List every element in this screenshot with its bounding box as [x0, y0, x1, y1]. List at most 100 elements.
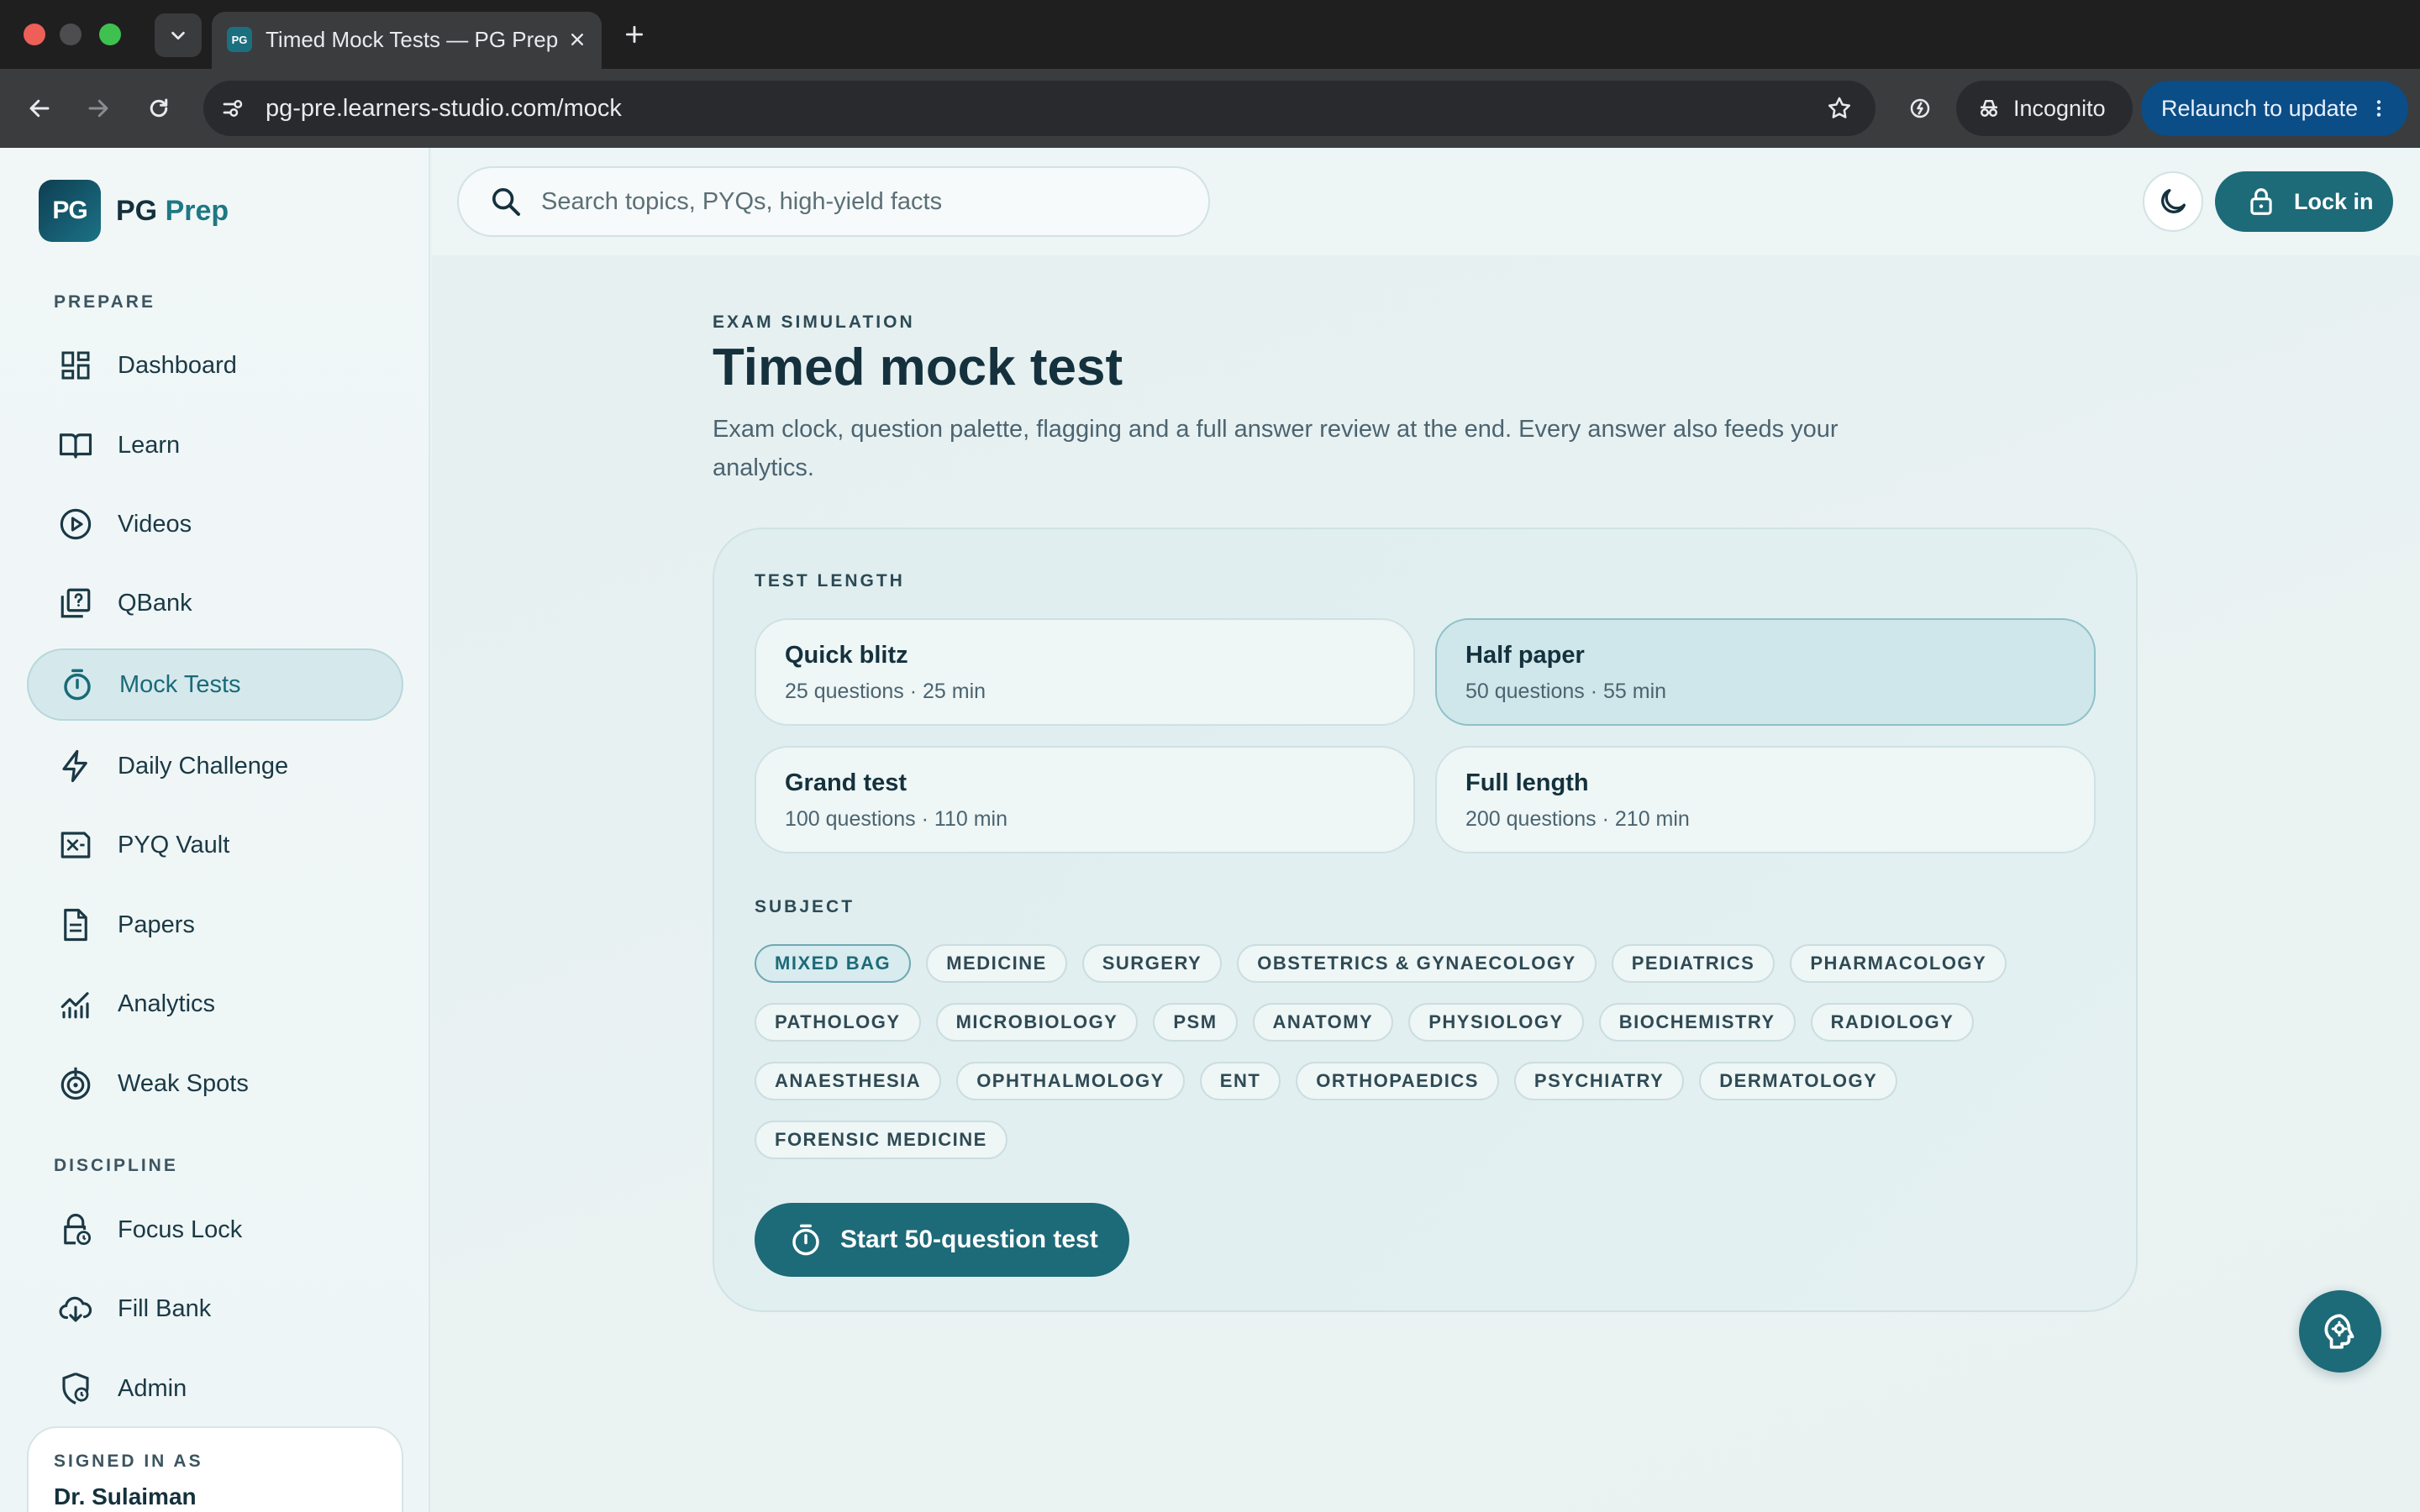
subject-chip[interactable]: PEDIATRICS — [1611, 944, 1776, 983]
sidebar-item-papers[interactable]: Papers — [27, 889, 403, 961]
search-icon — [492, 188, 520, 216]
document-icon — [57, 906, 94, 943]
subject-chip[interactable]: RADIOLOGY — [1810, 1003, 1975, 1042]
sidebar-item-qbank[interactable]: QBank — [27, 567, 403, 639]
sidebar-item-label: Weak Spots — [118, 1069, 249, 1097]
chevron-down-icon — [171, 31, 185, 40]
subject-chip[interactable]: ANATOMY — [1252, 1003, 1394, 1042]
sidebar-item-learn[interactable]: Learn — [27, 409, 403, 481]
subject-chip[interactable]: ENT — [1199, 1062, 1281, 1100]
sidebar-item-dashboard[interactable]: Dashboard — [27, 329, 403, 402]
option-meta: 25 questions · 25 min — [785, 680, 986, 703]
moon-icon — [2161, 189, 2186, 213]
incognito-label: Incognito — [2013, 95, 2106, 121]
tab-title: Timed Mock Tests — PG Prep — [266, 27, 559, 52]
sidebar-item-mock-tests[interactable]: Mock Tests — [27, 648, 403, 721]
signed-in-card[interactable]: SIGNED IN AS Dr. Sulaiman — [27, 1426, 403, 1512]
sidebar: PG PG Prep PREPARE Dashboard Learn Video… — [0, 148, 430, 1512]
sidebar-item-pyq-vault[interactable]: PYQ Vault — [27, 809, 403, 881]
subject-chip[interactable]: PATHOLOGY — [755, 1003, 921, 1042]
new-tab-button[interactable] — [618, 18, 650, 50]
sidebar-item-label: QBank — [118, 589, 192, 617]
site-info-icon[interactable] — [217, 92, 249, 124]
sidebar-item-fill-bank[interactable]: Fill Bank — [27, 1273, 403, 1345]
main-content: EXAM SIMULATION Timed mock test Exam clo… — [432, 255, 2420, 1512]
sidebar-item-videos[interactable]: Videos — [27, 488, 403, 560]
subject-chip[interactable]: DERMATOLOGY — [1699, 1062, 1898, 1100]
back-button[interactable] — [20, 89, 59, 128]
mock-test-config-card: TEST LENGTH Quick blitz 25 questions · 2… — [713, 528, 2138, 1312]
book-icon — [57, 427, 94, 464]
subject-chip[interactable]: SURGERY — [1081, 944, 1223, 983]
relaunch-button[interactable]: Relaunch to update — [2141, 81, 2408, 136]
sidebar-item-admin[interactable]: Admin — [27, 1352, 403, 1425]
sidebar-item-label: Focus Lock — [118, 1215, 243, 1243]
maximize-window-button[interactable] — [99, 24, 121, 45]
subject-chip[interactable]: FORENSIC MEDICINE — [755, 1121, 1007, 1159]
subject-label: SUBJECT — [755, 897, 855, 916]
sidebar-item-weak-spots[interactable]: Weak Spots — [27, 1047, 403, 1120]
url-text: pg-pre.learners-studio.com/mock — [266, 95, 622, 122]
test-length-option-full-length[interactable]: Full length 200 questions · 210 min — [1435, 746, 2096, 853]
theme-toggle-button[interactable] — [2143, 171, 2203, 232]
subject-chip[interactable]: BIOCHEMISTRY — [1598, 1003, 1796, 1042]
forward-button[interactable] — [79, 89, 118, 128]
incognito-indicator[interactable]: Incognito — [1956, 81, 2133, 136]
subject-chip[interactable]: OPHTHALMOLOGY — [956, 1062, 1185, 1100]
option-name: Half paper — [1465, 642, 1585, 669]
topbar: Search topics, PYQs, high-yield facts Lo… — [432, 148, 2420, 255]
chip-row: FORENSIC MEDICINE — [755, 1121, 2099, 1159]
cloud-download-icon — [57, 1290, 94, 1327]
address-bar[interactable]: pg-pre.learners-studio.com/mock — [203, 81, 1876, 136]
subject-chip[interactable]: ORTHOPAEDICS — [1296, 1062, 1499, 1100]
sidebar-item-label: Learn — [118, 431, 181, 459]
test-length-option-grand-test[interactable]: Grand test 100 questions · 110 min — [755, 746, 1415, 853]
reload-button[interactable] — [139, 89, 178, 128]
extension-icon — [1910, 98, 1930, 118]
sidebar-item-focus-lock[interactable]: Focus Lock — [27, 1194, 403, 1266]
tab-close-button[interactable] — [563, 25, 592, 54]
sidebar-item-label: Fill Bank — [118, 1294, 212, 1322]
lock-in-button[interactable]: Lock in — [2215, 171, 2393, 232]
tab-favicon: PG — [227, 27, 252, 52]
brand[interactable]: PG PG Prep — [39, 180, 229, 242]
browser-tab[interactable]: PG Timed Mock Tests — PG Prep — [212, 12, 602, 69]
subject-chip[interactable]: PHARMACOLOGY — [1790, 944, 2007, 983]
target-icon — [57, 1065, 94, 1102]
brain-icon — [2324, 1314, 2354, 1349]
subject-chip[interactable]: OBSTETRICS & GYNAECOLOGY — [1237, 944, 1597, 983]
subject-chip[interactable]: MEDICINE — [926, 944, 1067, 983]
sidebar-item-daily-challenge[interactable]: Daily Challenge — [27, 730, 403, 802]
lock-clock-icon — [57, 1211, 94, 1248]
subject-chip[interactable]: MIXED BAG — [755, 944, 912, 983]
incognito-icon — [1981, 100, 1997, 117]
vault-icon — [57, 827, 94, 864]
sidebar-item-label: Mock Tests — [119, 670, 241, 698]
subject-chip[interactable]: PSYCHIATRY — [1513, 1062, 1685, 1100]
subject-chip[interactable]: MICROBIOLOGY — [935, 1003, 1139, 1042]
subject-chips: MIXED BAG MEDICINE SURGERY OBSTETRICS & … — [755, 944, 2099, 1179]
minimize-window-button[interactable] — [60, 24, 82, 45]
signed-in-label: SIGNED IN AS — [54, 1452, 203, 1471]
test-length-option-quick-blitz[interactable]: Quick blitz 25 questions · 25 min — [755, 618, 1415, 726]
lock-in-label: Lock in — [2294, 188, 2374, 214]
start-test-label: Start 50-question test — [840, 1226, 1098, 1253]
start-test-button[interactable]: Start 50-question test — [755, 1203, 1129, 1277]
section-label-discipline: DISCIPLINE — [54, 1156, 178, 1175]
sidebar-item-label: Dashboard — [118, 351, 237, 379]
sidebar-item-label: Admin — [118, 1374, 187, 1402]
sidebar-item-analytics[interactable]: Analytics — [27, 968, 403, 1040]
ai-assistant-button[interactable] — [2299, 1290, 2381, 1373]
subject-chip[interactable]: ANAESTHESIA — [755, 1062, 942, 1100]
search-input[interactable]: Search topics, PYQs, high-yield facts — [457, 166, 1210, 237]
page-eyebrow: EXAM SIMULATION — [713, 312, 915, 332]
subject-chip[interactable]: PSM — [1153, 1003, 1238, 1042]
browser-toolbar: pg-pre.learners-studio.com/mock Incognit… — [0, 69, 2420, 148]
bookmark-star-icon[interactable] — [1823, 92, 1855, 124]
extension-button[interactable] — [1901, 89, 1939, 128]
close-window-button[interactable] — [24, 24, 45, 45]
page-title: Timed mock test — [713, 339, 1123, 396]
subject-chip[interactable]: PHYSIOLOGY — [1408, 1003, 1584, 1042]
tab-search-button[interactable] — [155, 13, 202, 57]
test-length-option-half-paper[interactable]: Half paper 50 questions · 55 min — [1435, 618, 2096, 726]
